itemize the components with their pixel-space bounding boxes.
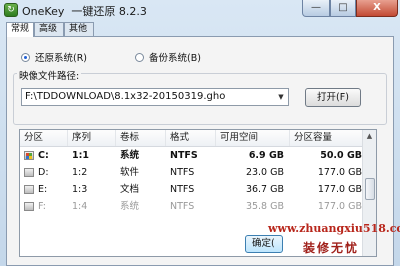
drive-icon (24, 185, 34, 194)
radio-dot-icon (21, 52, 30, 62)
format-cell: NTFS (170, 201, 195, 212)
volume-cell: 系统 (120, 150, 140, 161)
free-space-cell: 6.9 GB (248, 150, 284, 161)
title-bar: ↻ OneKey 一键还原 8.2.3 — □ X (0, 0, 400, 20)
maximize-button[interactable]: □ (330, 0, 356, 17)
sequence-cell: 1:4 (72, 201, 88, 212)
radio-dot-icon (135, 52, 144, 62)
capacity-cell: 177.0 GB (317, 184, 362, 195)
drive-icon (24, 168, 34, 177)
sequence-cell: 1:3 (72, 184, 88, 195)
close-button[interactable]: X (356, 0, 398, 17)
restore-system-label: 还原系统(R) (35, 53, 88, 64)
restore-system-radio[interactable]: 还原系统(R) (21, 51, 88, 64)
volume-cell: 文档 (120, 184, 140, 195)
free-space-cell: 36.7 GB (245, 184, 284, 195)
volume-cell: 软件 (120, 167, 140, 178)
image-path-label: 映像文件路径: (17, 68, 82, 82)
table-row[interactable]: F: 1:4 系统 NTFS 35.8 GB 177.0 GB (20, 199, 364, 215)
capacity-cell: 177.0 GB (317, 201, 362, 212)
open-button[interactable]: 打开(F) (305, 88, 361, 107)
partition-cell: C: (38, 150, 49, 161)
dropdown-arrow-icon[interactable]: ▼ (274, 89, 288, 105)
free-space-cell: 23.0 GB (245, 167, 284, 178)
table-header: 分区 序列 卷标 格式 可用空间 分区容量 (20, 130, 364, 147)
onekey-app-icon: ↻ (4, 3, 18, 17)
tab-advanced[interactable]: 高级 (34, 22, 64, 36)
column-header-sequence[interactable]: 序列 (68, 130, 116, 146)
column-header-capacity[interactable]: 分区容量 (290, 130, 364, 146)
sequence-cell: 1:2 (72, 167, 88, 178)
format-cell: NTFS (170, 150, 198, 161)
image-path-combobox[interactable]: F:\TDDOWNLOAD\8.1x32-20150319.gho ▼ (21, 88, 289, 106)
column-header-volume[interactable]: 卷标 (116, 130, 166, 146)
capacity-cell: 177.0 GB (317, 167, 362, 178)
watermark-url: www.zhuangxiu518.com (268, 222, 400, 235)
backup-system-radio[interactable]: 备份系统(B) (135, 51, 201, 64)
column-header-free-space[interactable]: 可用空间 (216, 130, 290, 146)
backup-system-label: 备份系统(B) (149, 53, 201, 64)
capacity-cell: 50.0 GB (320, 150, 362, 161)
free-space-cell: 35.8 GB (245, 201, 284, 212)
windows-drive-icon (24, 151, 34, 160)
partition-cell: F: (38, 201, 46, 212)
watermark-name: 装修无忧 (302, 241, 359, 255)
tab-other[interactable]: 其他 (64, 22, 94, 36)
sequence-cell: 1:1 (72, 150, 90, 161)
volume-cell: 系统 (120, 201, 140, 212)
tab-general[interactable]: 常规 (6, 22, 34, 37)
image-path-value: F:\TDDOWNLOAD\8.1x32-20150319.gho (25, 91, 226, 102)
format-cell: NTFS (170, 167, 195, 178)
window-title: OneKey 一键还原 8.2.3 (22, 5, 147, 18)
scroll-up-arrow-icon[interactable]: ▲ (363, 130, 376, 143)
partition-cell: E: (38, 184, 48, 195)
partition-cell: D: (38, 167, 49, 178)
scroll-thumb[interactable] (365, 178, 375, 200)
column-header-format[interactable]: 格式 (166, 130, 216, 146)
table-row[interactable]: C: 1:1 系统 NTFS 6.9 GB 50.0 GB (20, 148, 364, 164)
minimize-button[interactable]: — (302, 0, 330, 17)
onekey-window: ↻ OneKey 一键还原 8.2.3 — □ X 常规 高级 其他 还原系统(… (0, 0, 400, 266)
drive-icon (24, 202, 34, 211)
format-cell: NTFS (170, 184, 195, 195)
table-row[interactable]: E: 1:3 文档 NTFS 36.7 GB 177.0 GB (20, 182, 364, 198)
watermark: www.zhuangxiu518.com 装修无忧 (268, 222, 400, 262)
table-row[interactable]: D: 1:2 软件 NTFS 23.0 GB 177.0 GB (20, 165, 364, 181)
column-header-partition[interactable]: 分区 (20, 130, 68, 146)
